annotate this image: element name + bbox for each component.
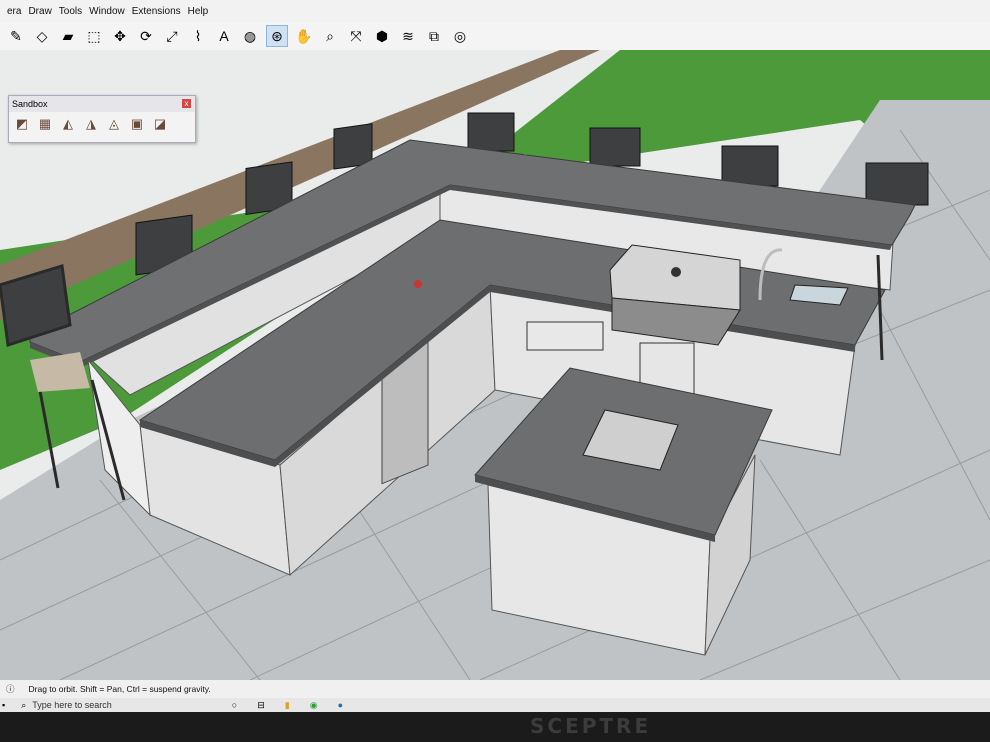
sketchup-icon[interactable]: ● (338, 700, 343, 710)
sandbox-toolbar: Sandbox x ◩ ▦ ◭ ◮ ◬ ▣ ◪ (8, 95, 196, 143)
grill (609, 244, 741, 346)
status-text: Drag to orbit. Shift = Pan, Ctrl = suspe… (28, 684, 211, 694)
orbit-icon[interactable]: ⊛ (266, 25, 288, 47)
search-icon: ⌕ (21, 699, 27, 710)
flip-edge-icon[interactable]: ◪ (151, 115, 169, 133)
menu-tools[interactable]: Tools (59, 6, 82, 17)
scale-icon[interactable]: ⤢ (162, 26, 182, 46)
extension-icon[interactable]: ⧉ (424, 26, 444, 46)
status-bar: ⓘ Drag to orbit. Shift = Pan, Ctrl = sus… (0, 680, 990, 698)
stamp-icon[interactable]: ◮ (82, 115, 100, 133)
menu-camera[interactable]: era (7, 6, 21, 17)
file-explorer-icon[interactable]: ▮ (285, 700, 290, 711)
windows-taskbar: ▪ ⌕ Type here to search ○ ⊟ ▮ ◉ ● (0, 698, 990, 712)
tape-icon[interactable]: ⌇ (188, 26, 208, 46)
pushpull-icon[interactable]: ⬚ (84, 26, 104, 46)
rotate-icon[interactable]: ⟳ (136, 26, 156, 46)
monitor-bezel (0, 712, 990, 742)
sketchup-window: era Draw Tools Window Extensions Help ✎ … (0, 0, 990, 712)
menu-window[interactable]: Window (89, 6, 125, 17)
paint-icon[interactable]: ◍ (240, 26, 260, 46)
menu-extensions[interactable]: Extensions (132, 6, 181, 17)
smoove-icon[interactable]: ◭ (59, 115, 77, 133)
menu-help[interactable]: Help (188, 6, 209, 17)
main-toolbar: ✎ ◇ ▰ ⬚ ✥ ⟳ ⤢ ⌇ A ◍ ⊛ ✋ ⌕ ⤧ ⬢ ≋ ⧉ ◎ (0, 22, 990, 51)
zoom-icon[interactable]: ⌕ (320, 26, 340, 46)
eraser-icon[interactable]: ▰ (58, 26, 78, 46)
start-icon[interactable]: ▪ (2, 700, 5, 710)
close-icon[interactable]: x (182, 99, 191, 108)
pencil-icon[interactable]: ✎ (6, 26, 26, 46)
monitor-brand: SCEPTRE (530, 714, 652, 738)
shape-icon[interactable]: ◇ (32, 26, 52, 46)
3d-viewport[interactable] (0, 50, 990, 680)
taskbar-search-input[interactable]: Type here to search (32, 700, 112, 710)
component-icon[interactable]: ⬢ (372, 26, 392, 46)
menu-draw[interactable]: Draw (28, 6, 51, 17)
add-detail-icon[interactable]: ▣ (128, 115, 146, 133)
task-view-icon[interactable]: ⊟ (257, 700, 265, 711)
info-icon: ⓘ (6, 684, 15, 694)
axes-origin-icon (414, 280, 422, 288)
chrome-icon[interactable]: ◉ (310, 700, 318, 711)
text-icon[interactable]: A (214, 26, 234, 46)
cortana-icon[interactable]: ○ (232, 700, 237, 710)
move-icon[interactable]: ✥ (110, 26, 130, 46)
menu-bar: era Draw Tools Window Extensions Help (0, 0, 990, 22)
sandbox-title: Sandbox (12, 99, 48, 109)
drape-icon[interactable]: ◬ (105, 115, 123, 133)
zoom-extents-icon[interactable]: ⤧ (346, 26, 366, 46)
pan-icon[interactable]: ✋ (294, 26, 314, 46)
profile-icon[interactable]: ◎ (450, 26, 470, 46)
storage-drawer (526, 321, 604, 351)
layers-icon[interactable]: ≋ (398, 26, 418, 46)
from-contours-icon[interactable]: ◩ (13, 115, 31, 133)
from-scratch-icon[interactable]: ▦ (36, 115, 54, 133)
